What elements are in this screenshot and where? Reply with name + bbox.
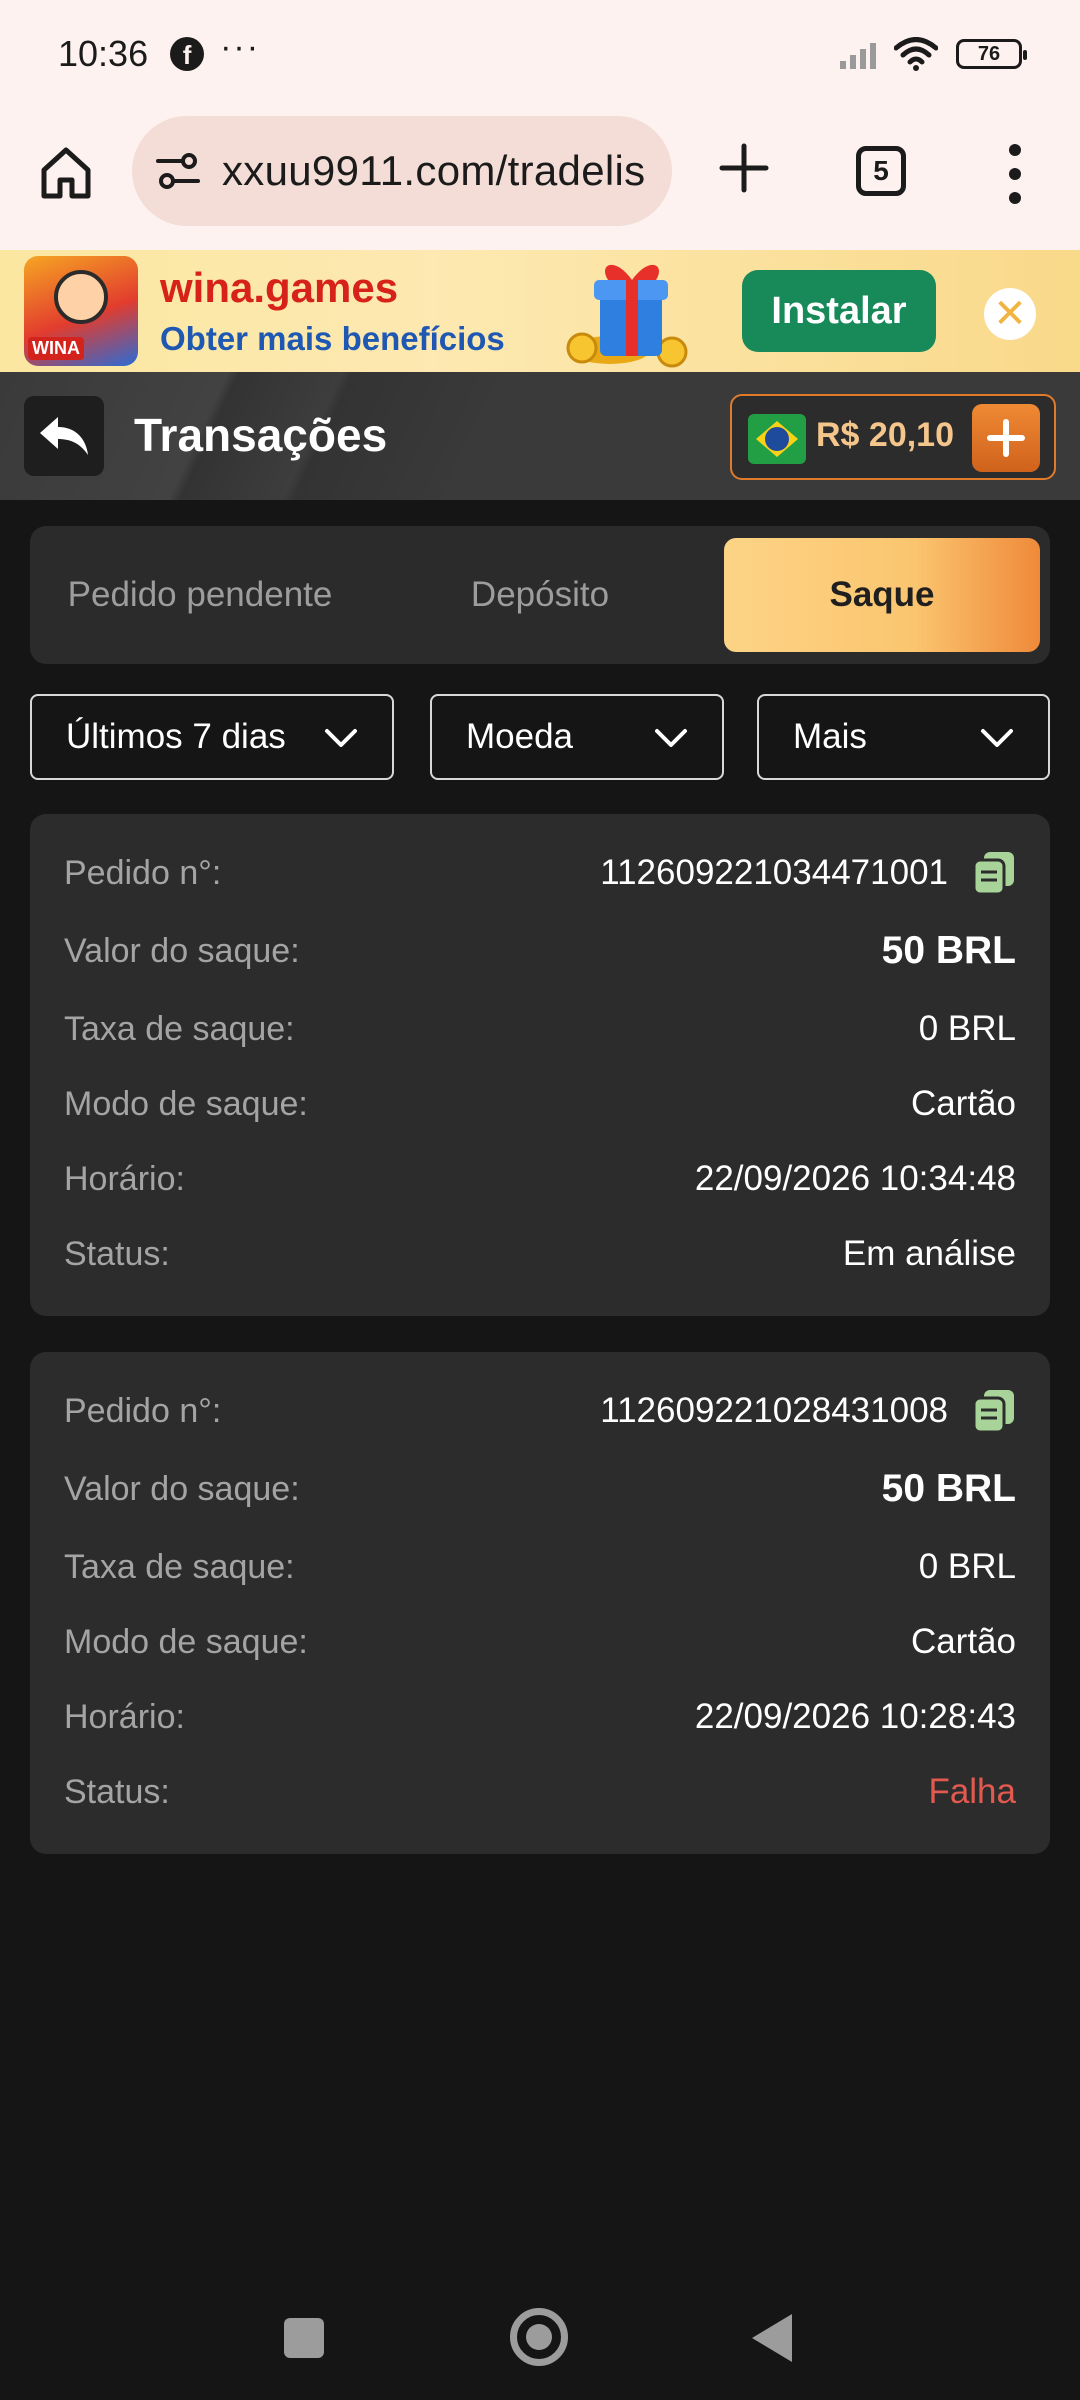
order-number-row: Pedido n°: 112609221034471001 [64,848,1016,898]
fee-value: 0 BRL [918,1547,1016,1586]
recents-icon[interactable] [284,2318,324,2358]
status-value-failed: Falha [928,1772,1016,1811]
time-row: Horário: 22/09/2026 10:28:43 [64,1692,1016,1742]
order-number-value: 112609221028431008 [600,1391,948,1430]
mode-row: Modo de saque: Cartão [64,1617,1016,1667]
status-label: Status: [64,1772,170,1811]
mode-value: Cartão [910,1084,1016,1123]
plus-icon [987,419,1025,457]
app-logo-text: WINA [28,337,84,360]
battery-level: 76 [977,42,1001,65]
period-filter-dropdown[interactable]: Últimos 7 dias [30,694,394,780]
status-time: 10:36 [58,33,149,74]
chevron-down-icon [325,729,357,747]
tab-withdraw[interactable]: Saque [724,538,1040,652]
copy-icon[interactable] [972,1388,1016,1434]
app-logo: WINA [24,256,138,366]
transaction-card: Pedido n°: 112609221028431008 Valor do s… [30,1352,1050,1854]
browser-toolbar: xxuu9911.com/tradelis 5 [0,108,1080,250]
currency-filter-dropdown[interactable]: Moeda [430,694,724,780]
mode-row: Modo de saque: Cartão [64,1079,1016,1129]
fee-value: 0 BRL [918,1009,1016,1048]
time-label: Horário: [64,1697,185,1736]
time-row: Horário: 22/09/2026 10:34:48 [64,1154,1016,1204]
url-text[interactable]: xxuu9911.com/tradelis [222,147,645,195]
battery-icon: 76 [956,39,1027,69]
more-filter-dropdown[interactable]: Mais [757,694,1050,780]
order-number-value: 112609221034471001 [600,853,948,892]
home-icon[interactable] [36,142,96,202]
banner-title: wina.games [160,264,399,311]
home-circle-icon[interactable] [510,2308,568,2366]
app-header: Transações R$ 20,10 [0,372,1080,500]
time-value: 22/09/2026 10:34:48 [694,1159,1016,1198]
brazil-flag-icon [748,414,806,464]
tab-switcher-button[interactable]: 5 [856,146,906,196]
balance-widget[interactable]: R$ 20,10 [730,394,1056,480]
order-number-row: Pedido n°: 112609221028431008 [64,1386,1016,1436]
tab-deposit[interactable]: Depósito [370,538,710,652]
fee-label: Taxa de saque: [64,1009,295,1048]
status-bar: 10:36 f ··· 76 [0,0,1080,108]
more-vert-icon[interactable] [1000,144,1030,204]
tab-pending-order[interactable]: Pedido pendente [30,538,370,652]
site-settings-icon[interactable] [156,151,200,191]
close-banner-icon[interactable]: ✕ [984,288,1036,340]
amount-value: 50 BRL [881,929,1016,972]
more-notifications-icon: ··· [220,28,261,66]
currency-filter-value: Moeda [466,717,574,756]
balance-amount: R$ 20,10 [816,416,954,454]
transaction-tabs: Pedido pendente Depósito Saque [30,526,1050,664]
order-number-label: Pedido n°: [64,1391,222,1430]
page-title: Transações [134,409,388,461]
tab-count: 5 [873,155,889,186]
status-row: Status: Falha [64,1767,1016,1817]
wifi-icon [894,37,938,71]
fee-row: Taxa de saque: 0 BRL [64,1542,1016,1592]
copy-icon[interactable] [972,850,1016,896]
time-label: Horário: [64,1159,185,1198]
amount-row: Valor do saque: 50 BRL [64,926,1016,976]
back-button[interactable] [24,396,104,476]
mode-label: Modo de saque: [64,1084,308,1123]
install-banner: WINA wina.games Obter mais benefícios In… [0,250,1080,372]
mode-label: Modo de saque: [64,1622,308,1661]
amount-row: Valor do saque: 50 BRL [64,1464,1016,1514]
chevron-down-icon [981,729,1013,747]
time-value: 22/09/2026 10:28:43 [694,1697,1016,1736]
new-tab-icon[interactable] [716,140,772,196]
status-label: Status: [64,1234,170,1273]
cell-signal-icon [840,39,876,69]
status-indicators: 76 [840,37,1027,71]
status-row: Status: Em análise [64,1229,1016,1279]
address-bar[interactable]: xxuu9911.com/tradelis [132,116,672,226]
order-number-label: Pedido n°: [64,853,222,892]
system-nav-bar [0,2280,1080,2400]
transaction-card: Pedido n°: 112609221034471001 Valor do s… [30,814,1050,1316]
period-filter-value: Últimos 7 dias [66,717,286,756]
banner-subtitle: Obter mais benefícios [160,320,505,357]
install-button[interactable]: Instalar [742,270,936,352]
gift-icon [566,264,688,368]
reply-arrow-icon [40,417,88,455]
back-triangle-icon[interactable] [752,2314,792,2362]
amount-label: Valor do saque: [64,931,300,970]
add-balance-button[interactable] [972,404,1040,472]
fee-row: Taxa de saque: 0 BRL [64,1004,1016,1054]
more-filter-value: Mais [793,717,867,756]
fee-label: Taxa de saque: [64,1547,295,1586]
mode-value: Cartão [910,1622,1016,1661]
amount-value: 50 BRL [881,1467,1016,1510]
facebook-notification-icon: f [170,37,205,71]
amount-label: Valor do saque: [64,1469,300,1508]
chevron-down-icon [655,729,687,747]
status-value: Em análise [842,1234,1016,1273]
